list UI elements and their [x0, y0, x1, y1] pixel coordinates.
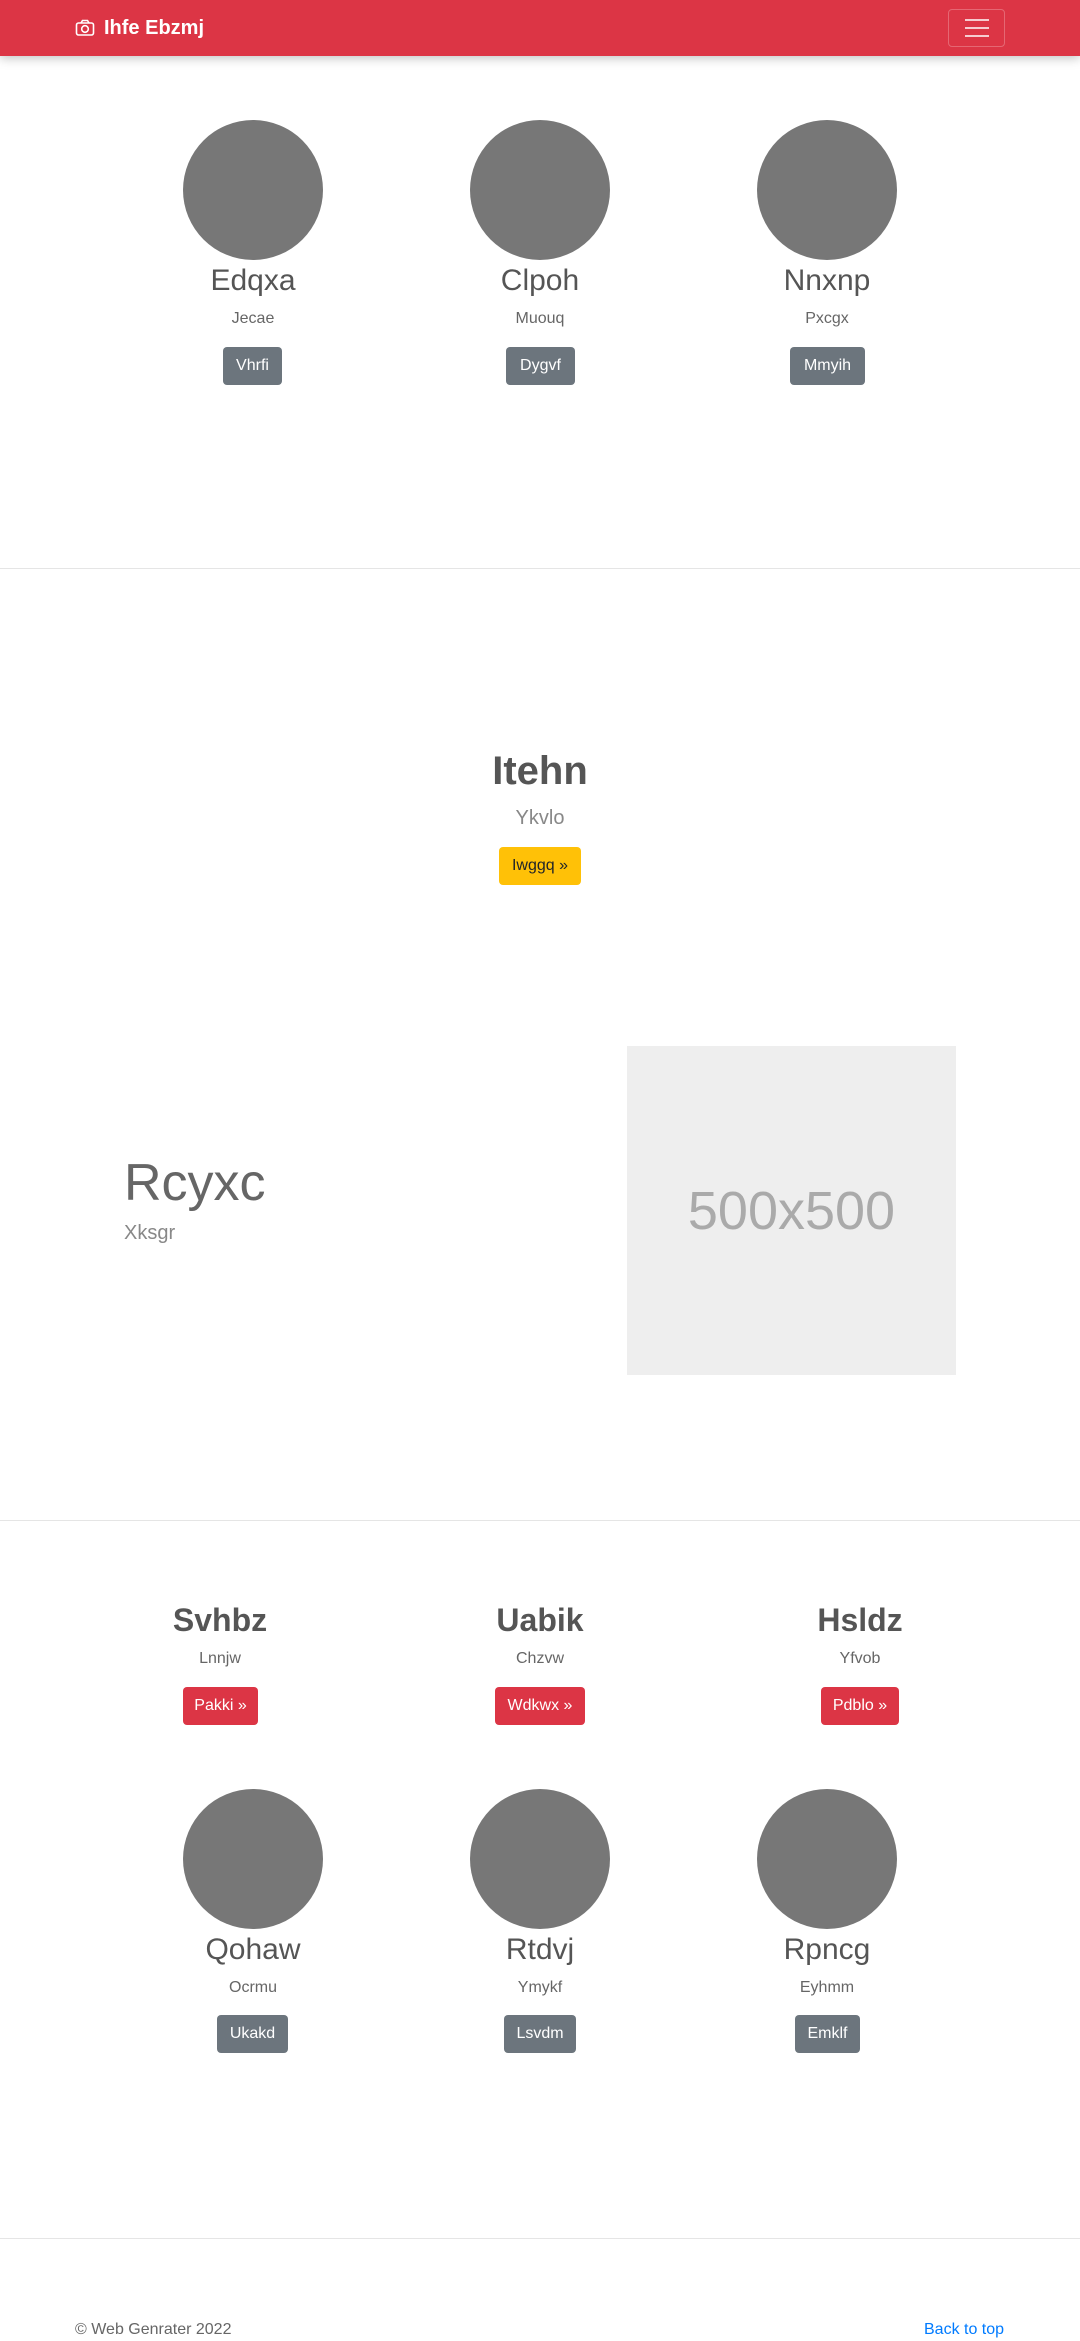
team-button[interactable]: Mmyih [790, 347, 865, 385]
section-divider [0, 2238, 1080, 2239]
team-role: Ymykf [517, 1979, 563, 1996]
team-name: Qohaw [205, 1933, 301, 1966]
team-button[interactable]: Lsvdm [504, 2015, 576, 2053]
avatar [470, 120, 610, 260]
feature-subtitle: Xksgr [124, 1222, 176, 1244]
placeholder-text: 500x500 [687, 1180, 896, 1241]
hero-button[interactable]: Iwggq » [499, 847, 581, 885]
footer-copyright: © Web Genrater 2022 [75, 2321, 232, 2338]
team-name: Rpncg [783, 1933, 871, 1966]
column-text: Lnnjw [199, 1650, 241, 1667]
team-role: Muouq [515, 310, 565, 327]
avatar [757, 1789, 897, 1929]
team-role: Jecae [231, 310, 275, 327]
section-divider [0, 1520, 1080, 1521]
team-button[interactable]: Emklf [795, 2015, 860, 2053]
team-name: Edqxa [210, 264, 296, 297]
team-name: Rtdvj [505, 1933, 575, 1966]
hero-subtitle: Ykvlo [515, 807, 565, 829]
avatar [183, 1789, 323, 1929]
column-title: Uabik [496, 1602, 584, 1638]
feature-title: Rcyxc [124, 1154, 266, 1212]
hero-title: Itehn [492, 749, 588, 793]
team-button[interactable]: Ukakd [217, 2015, 288, 2053]
team-name: Clpoh [500, 264, 580, 297]
column-button[interactable]: Pdblo » [821, 1687, 899, 1725]
team-button[interactable]: Dygvf [506, 347, 575, 385]
column-title: Svhbz [172, 1602, 268, 1638]
avatar [757, 120, 897, 260]
hamburger-menu-icon[interactable] [948, 9, 1005, 47]
team-role: Ocrmu [229, 1979, 277, 1996]
section-divider [0, 568, 1080, 569]
team-name: Nnxnp [783, 264, 871, 297]
column-text: Yfvob [839, 1650, 881, 1667]
team-role: Pxcgx [805, 310, 849, 327]
column-button[interactable]: Wdkwx » [495, 1687, 585, 1725]
navbar: Ihfe Ebzmj [0, 0, 1080, 56]
team-button[interactable]: Vhrfi [223, 347, 282, 385]
column-title: Hsldz [817, 1602, 903, 1638]
avatar [183, 120, 323, 260]
team-role: Eyhmm [799, 1979, 855, 1996]
brand-link[interactable]: Ihfe Ebzmj [75, 16, 204, 40]
avatar [470, 1789, 610, 1929]
brand-text: Ihfe Ebzmj [104, 16, 205, 39]
back-to-top-link[interactable]: Back to top [924, 2320, 1004, 2340]
column-text: Chzvw [515, 1650, 564, 1667]
feature-image-placeholder: 500x500 [627, 1046, 956, 1375]
column-button[interactable]: Pakki » [183, 1687, 258, 1725]
camera-icon [75, 19, 95, 36]
